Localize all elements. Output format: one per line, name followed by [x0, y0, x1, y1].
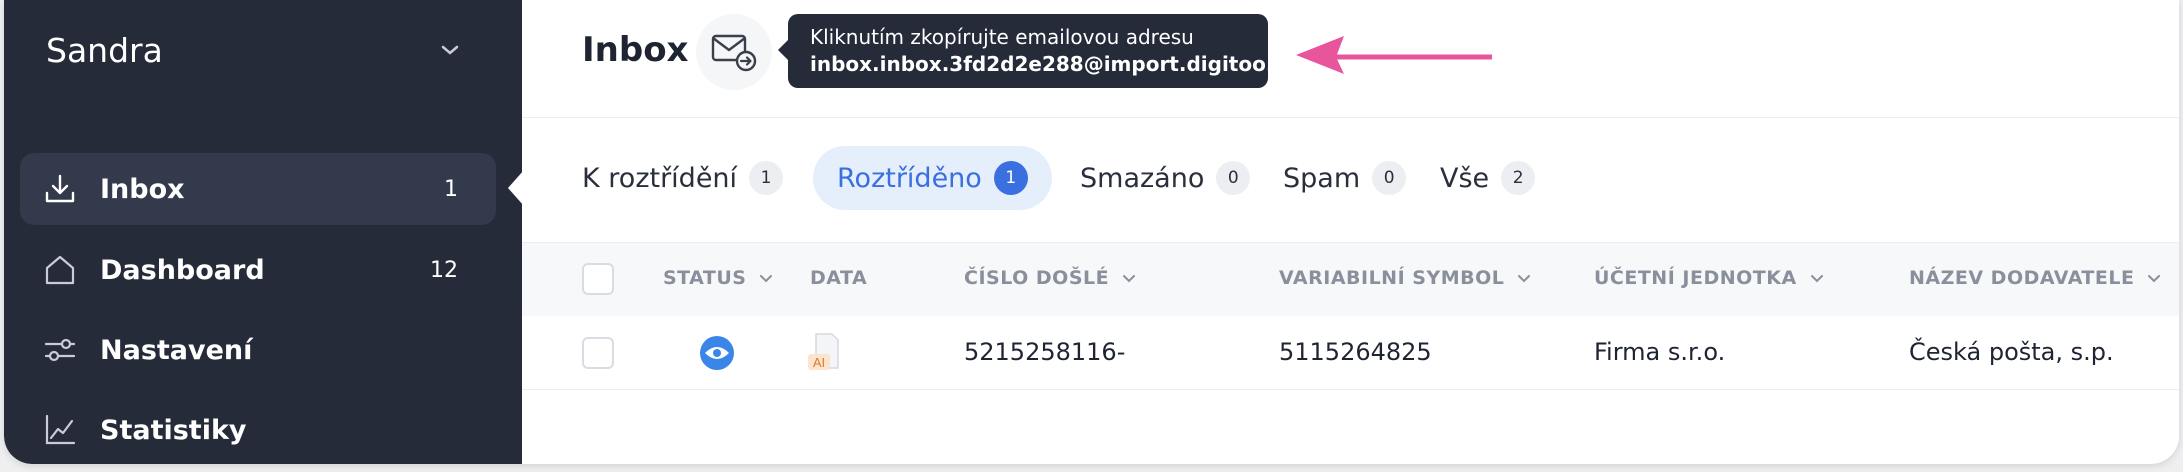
app-window: Sandra Inbox 1 Dashboard 12 Nastavení St…	[4, 0, 2179, 464]
column-header-nazev-dodavatele[interactable]: NÁZEV DODAVATELE	[1909, 267, 2162, 289]
chevron-down-icon	[760, 275, 773, 283]
document-ai-icon[interactable]: AI	[806, 332, 842, 372]
tab-label: Roztříděno	[837, 162, 982, 194]
chevron-down-icon[interactable]	[438, 38, 462, 62]
sidebar-item-inbox[interactable]: Inbox 1	[20, 153, 496, 225]
tooltip-email: inbox.inbox.3fd2d2e288@import.digitoo.ai	[810, 52, 1294, 76]
chevron-down-icon	[1518, 275, 1531, 283]
email-tooltip: Kliknutím zkopírujte emailovou adresu in…	[778, 14, 1294, 88]
header: Inbox Kliknutím zkopírujte emailovou adr…	[522, 0, 2179, 118]
page-title: Inbox	[582, 30, 689, 70]
tab-count-badge: 2	[1501, 161, 1536, 195]
sidebar-item-nastaveni[interactable]: Nastavení	[20, 314, 496, 386]
copy-email-button[interactable]	[696, 14, 772, 90]
tooltip-hint: Kliknutím zkopírujte emailovou adresu	[810, 25, 1194, 49]
tab-count-badge: 0	[1216, 161, 1251, 195]
column-label: ÚČETNÍ JEDNOTKA	[1594, 267, 1797, 289]
sidebar-item-label: Inbox	[100, 173, 185, 205]
column-header-status[interactable]: STATUS	[663, 267, 774, 289]
row-checkbox[interactable]	[582, 337, 614, 369]
tab-count-badge: 0	[1372, 161, 1407, 195]
sidebar-item-count: 1	[444, 176, 458, 202]
pointer-arrow-icon	[1296, 36, 1492, 74]
user-name[interactable]: Sandra	[46, 26, 163, 76]
column-label: ČÍSLO DOŠLÉ	[964, 267, 1110, 289]
sidebar-item-dashboard[interactable]: Dashboard 12	[20, 234, 496, 306]
tab-k-roztrideni[interactable]: K roztřídění 1	[558, 146, 807, 210]
tab-count-badge: 1	[993, 161, 1028, 195]
sidebar-item-count: 12	[430, 257, 458, 283]
eye-icon	[700, 336, 734, 370]
tab-count-badge: 1	[749, 161, 784, 195]
table-header: STATUS DATA ČÍSLO DOŠLÉ VARIABILNÍ SYMBO…	[522, 242, 2179, 316]
mail-forward-icon	[711, 34, 757, 72]
select-all-checkbox[interactable]	[582, 263, 614, 295]
tab-smazano[interactable]: Smazáno 0	[1056, 146, 1274, 210]
cell-variabilni-symbol: 5115264825	[1279, 338, 1432, 366]
table-row[interactable]: AI 5215258116- 5115264825 Firma s.r.o. Č…	[522, 316, 2179, 390]
column-header-ucetni-jednotka[interactable]: ÚČETNÍ JEDNOTKA	[1594, 267, 1825, 289]
column-header-data: DATA	[810, 267, 867, 289]
tab-bar: K roztřídění 1 Roztříděno 1 Smazáno 0 Sp…	[522, 142, 2179, 214]
sidebar-item-label: Statistiky	[100, 414, 247, 446]
tab-label: Smazáno	[1080, 162, 1205, 194]
column-header-cislo-dosle[interactable]: ČÍSLO DOŠLÉ	[964, 267, 1137, 289]
column-header-variabilni-symbol[interactable]: VARIABILNÍ SYMBOL	[1279, 267, 1532, 289]
cell-nazev-dodavatele: Česká pošta, s.p.	[1909, 338, 2114, 366]
column-label: STATUS	[663, 267, 747, 289]
sidebar-item-label: Dashboard	[100, 254, 265, 286]
tab-label: Spam	[1283, 162, 1361, 194]
cell-ucetni-jednotka: Firma s.r.o.	[1594, 338, 1726, 366]
ai-badge-text: AI	[813, 355, 825, 370]
column-label: DATA	[810, 267, 868, 289]
sidebar-item-statistiky[interactable]: Statistiky	[20, 394, 496, 464]
tab-label: Vše	[1440, 162, 1490, 194]
tab-roztrideno[interactable]: Roztříděno 1	[813, 146, 1052, 210]
sidebar: Sandra Inbox 1 Dashboard 12 Nastavení St…	[4, 0, 524, 464]
home-icon	[45, 255, 75, 285]
tab-spam[interactable]: Spam 0	[1259, 146, 1430, 210]
chevron-down-icon	[1810, 275, 1823, 283]
chart-line-icon	[45, 414, 76, 445]
sidebar-item-label: Nastavení	[100, 334, 253, 366]
chevron-down-icon	[1123, 275, 1136, 283]
download-icon	[45, 174, 75, 203]
chevron-down-icon	[2148, 275, 2161, 283]
column-label: VARIABILNÍ SYMBOL	[1279, 267, 1505, 289]
cell-cislo-dosle: 5215258116-	[964, 338, 1126, 366]
tab-vse[interactable]: Vše 2	[1416, 146, 1559, 210]
column-label: NÁZEV DODAVATELE	[1909, 267, 2135, 289]
tab-label: K roztřídění	[582, 162, 738, 194]
sliders-icon	[44, 338, 76, 362]
